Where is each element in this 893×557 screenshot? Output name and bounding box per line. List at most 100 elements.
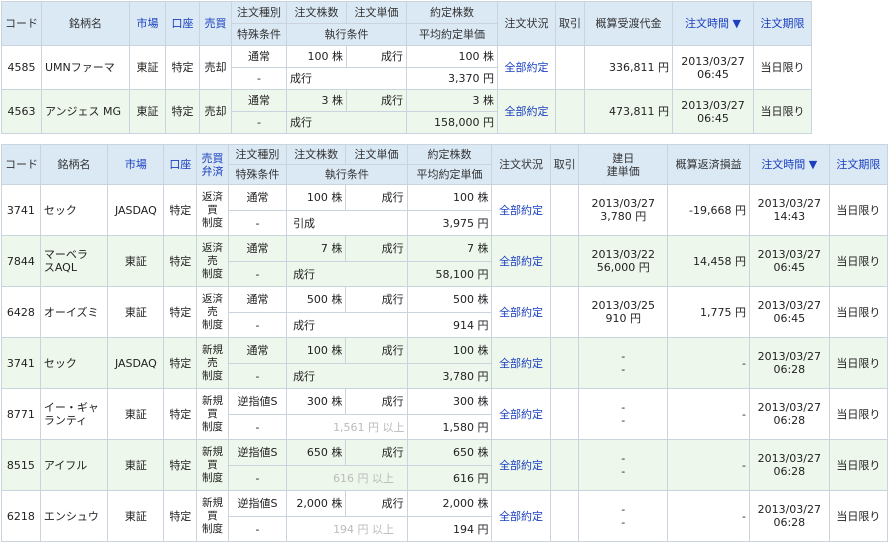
account-cell: 特定 <box>163 439 198 491</box>
expiry-cell: 当日限り <box>828 337 889 389</box>
col-account-header[interactable]: 口座 <box>163 144 198 185</box>
code-cell: 6218 <box>1 490 41 542</box>
order-time: 06:45 <box>697 67 729 81</box>
order-time: 06:45 <box>773 261 806 274</box>
account-cell: 特定 <box>163 337 198 389</box>
col-side-header[interactable]: 売買 <box>199 1 232 46</box>
qty-cell: 100 株 <box>286 45 347 68</box>
open-price: 910 円 <box>605 312 642 325</box>
col-open-header: 建日 建単価 <box>578 144 669 185</box>
col-filled-header: 約定株数 <box>406 1 498 24</box>
col-side-header[interactable]: 売買 弁済 <box>196 144 229 185</box>
spot-orders-table: コード 銘柄名 市場 口座 売買 注文種別 注文株数 注文単価 約定株数 注文状… <box>1 1 812 134</box>
order-time: 06:28 <box>773 465 806 478</box>
col-special-header: 特殊条件 <box>227 164 288 185</box>
pnl-cell: 14,458 円 <box>667 235 750 287</box>
status-link[interactable]: 全部約定 <box>491 337 551 389</box>
qty-cell: 650 株 <box>286 439 347 466</box>
col-market-header[interactable]: 市場 <box>107 144 165 185</box>
status-link[interactable]: 全部約定 <box>491 388 551 440</box>
order-date: 2013/03/27 <box>681 98 745 112</box>
side-line: 制度 <box>201 471 223 484</box>
open-price: 56,000 円 <box>596 261 650 274</box>
filled-cell: 2,000 株 <box>406 490 493 517</box>
account-cell: 特定 <box>163 490 198 542</box>
account-cell: 特定 <box>165 45 200 90</box>
account-cell: 特定 <box>163 286 198 338</box>
amount-cell: 336,811 円 <box>584 45 673 90</box>
avg-cell: 914 円 <box>406 312 493 338</box>
col-cancel-header: 取引 <box>555 1 585 46</box>
open-cell: 2013/03/27 3,780 円 <box>578 184 669 236</box>
col-status-header: 注文状況 <box>497 1 556 46</box>
side-cell: 新規売制度 <box>196 337 229 389</box>
col-exec-header: 執行条件 <box>286 164 408 185</box>
name-line: セック <box>43 356 77 370</box>
col-pnl-header: 概算返済損益 <box>667 144 750 185</box>
code-cell: 4585 <box>1 45 42 90</box>
type-cell: 通常 <box>231 45 287 68</box>
order-time: 06:28 <box>773 363 806 376</box>
open-date: - <box>621 350 626 363</box>
price-cell: 成行 <box>345 337 408 364</box>
side-line: 買 <box>207 407 218 420</box>
special-cell: - <box>227 363 288 389</box>
order-time: 14:43 <box>773 210 806 223</box>
exec-cell: 引成 <box>286 210 408 236</box>
price-cell: 成行 <box>345 439 408 466</box>
account-cell: 特定 <box>163 388 198 440</box>
code-cell: 8771 <box>1 388 41 440</box>
side-line: 買 <box>207 509 218 522</box>
filled-cell: 300 株 <box>406 388 493 415</box>
cancel-cell <box>549 184 580 236</box>
col-expiry-header[interactable]: 注文期限 <box>753 1 812 46</box>
status-link[interactable]: 全部約定 <box>491 490 551 542</box>
col-type-header: 注文種別 <box>227 144 288 165</box>
code-cell: 8515 <box>1 439 41 491</box>
side-line: 制度 <box>201 318 223 331</box>
col-time-header[interactable]: 注文時間 ▼ <box>672 1 754 46</box>
status-link[interactable]: 全部約定 <box>491 235 551 287</box>
name-cell: UMNファーマ <box>41 45 130 90</box>
order-date: 2013/03/27 <box>681 54 745 68</box>
status-link[interactable]: 全部約定 <box>497 45 556 90</box>
expiry-cell: 当日限り <box>828 388 889 440</box>
market-cell: 東証 <box>107 235 165 287</box>
side-line: 返済 <box>201 190 223 203</box>
name-cell: アイフル <box>39 439 109 491</box>
col-expiry-header[interactable]: 注文期限 <box>828 144 889 185</box>
status-link[interactable]: 全部約定 <box>491 184 551 236</box>
name-cell: エンシュウ <box>39 490 109 542</box>
side-cell: 新規買制度 <box>196 439 229 491</box>
side-line: 制度 <box>201 522 223 535</box>
avg-cell: 194 円 <box>406 516 493 542</box>
price-cell: 成行 <box>346 45 407 68</box>
name-line: セック <box>43 203 77 217</box>
col-market-header[interactable]: 市場 <box>129 1 166 46</box>
margin-orders-table: コード 銘柄名 市場 口座 売買 弁済 注文種別 注文株数 注文単価 約定株数 … <box>1 144 889 542</box>
status-link[interactable]: 全部約定 <box>497 89 556 134</box>
price-cell: 成行 <box>345 184 408 211</box>
special-cell: - <box>227 312 288 338</box>
price-cell: 成行 <box>346 89 407 112</box>
special-cell: - <box>227 465 288 491</box>
col-price-header: 注文単価 <box>346 1 407 24</box>
status-link[interactable]: 全部約定 <box>491 439 551 491</box>
exec-cell: 成行 <box>286 363 408 389</box>
order-time-cell: 2013/03/27 06:45 <box>748 235 830 287</box>
col-account-header[interactable]: 口座 <box>165 1 200 46</box>
filled-cell: 500 株 <box>406 286 493 313</box>
open-date: 2013/03/27 <box>591 197 655 210</box>
order-date: 2013/03/27 <box>757 350 821 363</box>
filled-cell: 100 株 <box>406 45 498 68</box>
col-time-header[interactable]: 注文時間 ▼ <box>748 144 830 185</box>
avg-cell: 3,370 円 <box>406 67 498 90</box>
type-cell: 逆指値S <box>227 490 288 517</box>
table-row: 8771 イー・ギャ ランティ 東証 特定 新規買制度 逆指値S 300 株成行 300 株全部… <box>1 388 889 440</box>
col-side-header-line2: 弁済 <box>201 164 224 178</box>
col-special-header: 特殊条件 <box>231 23 287 46</box>
order-time-cell: 2013/03/27 06:28 <box>748 337 830 389</box>
col-open-price-header: 建単価 <box>606 164 640 178</box>
pnl-cell: - <box>667 439 750 491</box>
status-link[interactable]: 全部約定 <box>491 286 551 338</box>
